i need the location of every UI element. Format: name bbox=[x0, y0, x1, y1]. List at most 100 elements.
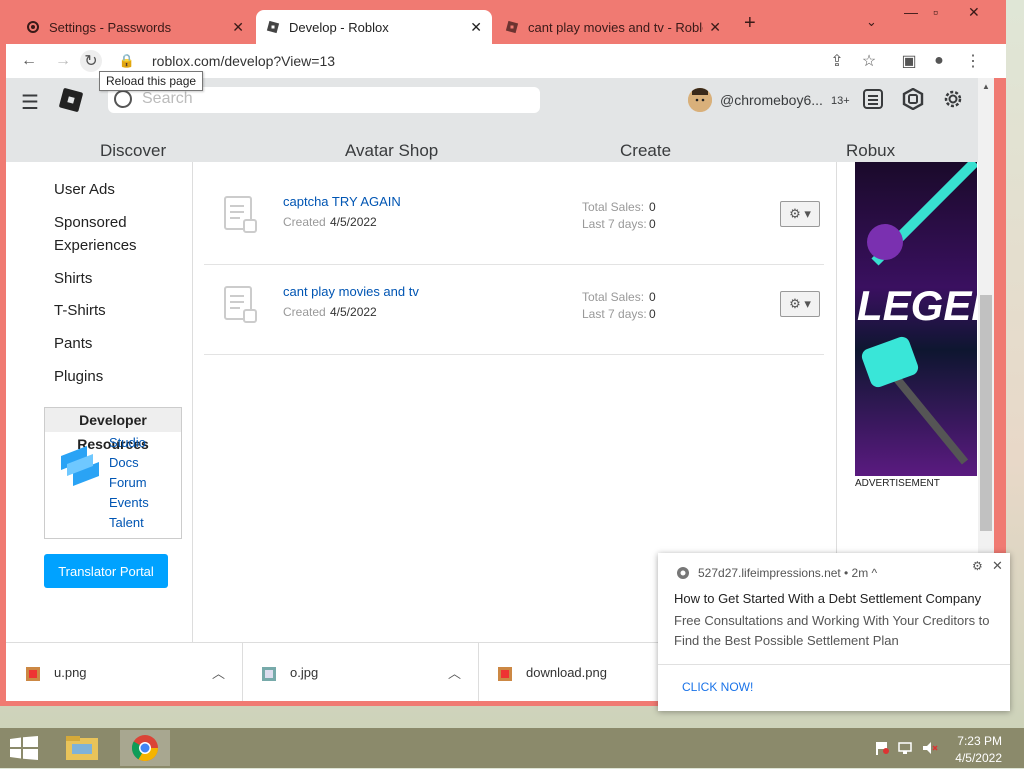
nav-discover[interactable]: Discover bbox=[100, 141, 166, 161]
table-row: cant play movies and tv Created 4/5/2022… bbox=[204, 264, 824, 355]
tab-cant-play-movies[interactable]: cant play movies and tv - Roblox ✕ bbox=[495, 10, 731, 44]
download-filename: download.png bbox=[526, 665, 607, 680]
file-explorer-icon[interactable] bbox=[60, 730, 104, 766]
download-item[interactable]: o.jpg ︿ bbox=[242, 643, 479, 701]
clock-date[interactable]: 4/5/2022 bbox=[948, 751, 1002, 765]
reload-icon[interactable]: ↻ bbox=[80, 50, 102, 72]
chrome-icon bbox=[676, 566, 690, 583]
back-arrow-icon[interactable]: ← bbox=[18, 50, 40, 72]
sidepanel-icon[interactable]: ▣ bbox=[898, 50, 920, 72]
item-settings-dropdown[interactable]: ⚙ ▾ bbox=[780, 291, 820, 317]
roblox-icon bbox=[266, 20, 280, 34]
profile-icon[interactable]: ● bbox=[928, 50, 950, 72]
settings-gear-icon[interactable] bbox=[942, 88, 964, 110]
link-forum[interactable]: Forum bbox=[109, 475, 147, 490]
robux-icon[interactable] bbox=[902, 87, 924, 111]
menu-t-shirts[interactable]: T-Shirts bbox=[54, 299, 106, 322]
notification-source: 527d27.lifeimpressions.net bbox=[698, 566, 841, 580]
nav-avatar-shop[interactable]: Avatar Shop bbox=[345, 141, 438, 161]
maximize-icon[interactable]: ▫ bbox=[933, 4, 938, 20]
new-tab-button[interactable]: + bbox=[744, 12, 756, 35]
menu-pants[interactable]: Pants bbox=[54, 332, 92, 355]
notifications-list-icon[interactable] bbox=[862, 88, 884, 110]
username[interactable]: @chromeboy6... bbox=[720, 92, 823, 108]
chevron-up-icon[interactable]: ︿ bbox=[448, 663, 461, 682]
table-row: captcha TRY AGAIN Created 4/5/2022 Total… bbox=[204, 174, 824, 265]
tab-strip: Settings - Passwords ✕ Develop - Roblox … bbox=[0, 0, 1006, 44]
tab-search-icon[interactable]: ⌄ bbox=[866, 14, 877, 30]
last-7-days-value: 0 bbox=[649, 217, 656, 231]
download-filename: u.png bbox=[54, 665, 87, 680]
item-name-link[interactable]: captcha TRY AGAIN bbox=[283, 194, 401, 209]
created-label: Created bbox=[283, 305, 326, 319]
link-talent[interactable]: Talent bbox=[109, 515, 144, 530]
address-bar[interactable]: roblox.com/develop?View=13 bbox=[152, 53, 335, 69]
divider bbox=[658, 664, 1010, 665]
last-7-days-label: Last 7 days: bbox=[582, 217, 647, 231]
tab-title: Settings - Passwords bbox=[49, 19, 172, 35]
tab-settings-passwords[interactable]: Settings - Passwords ✕ bbox=[16, 10, 254, 44]
download-item[interactable]: u.png ︿ bbox=[6, 643, 243, 701]
link-studio[interactable]: Studio bbox=[109, 435, 146, 450]
total-sales-label: Total Sales: bbox=[582, 290, 645, 304]
scroll-up-arrow-icon[interactable]: ▲ bbox=[982, 82, 990, 91]
item-thumbnail-icon[interactable] bbox=[224, 196, 257, 234]
item-name-link[interactable]: cant play movies and tv bbox=[283, 284, 419, 299]
gear-icon bbox=[26, 20, 40, 34]
notification-settings-icon[interactable]: ⚙ bbox=[972, 559, 983, 573]
search-icon bbox=[114, 90, 132, 108]
avatar[interactable] bbox=[688, 88, 712, 112]
menu-plugins[interactable]: Plugins bbox=[54, 365, 103, 388]
tab-title: Develop - Roblox bbox=[289, 19, 389, 35]
menu-sponsored-experiences[interactable]: Sponsored Experiences bbox=[54, 211, 154, 257]
tab-develop-roblox[interactable]: Develop - Roblox ✕ bbox=[256, 10, 492, 44]
menu-shirts[interactable]: Shirts bbox=[54, 267, 92, 290]
close-tab-icon[interactable]: ✕ bbox=[232, 19, 244, 36]
volume-icon[interactable] bbox=[922, 741, 938, 755]
nav-create[interactable]: Create bbox=[620, 141, 671, 161]
last-7-days-label: Last 7 days: bbox=[582, 307, 647, 321]
clock-time[interactable]: 7:23 PM bbox=[948, 734, 1002, 748]
item-thumbnail-icon[interactable] bbox=[224, 286, 257, 324]
close-window-icon[interactable]: ✕ bbox=[968, 4, 980, 21]
click-now-button[interactable]: CLICK NOW! bbox=[682, 680, 753, 694]
close-tab-icon[interactable]: ✕ bbox=[470, 19, 482, 36]
close-tab-icon[interactable]: ✕ bbox=[709, 19, 721, 36]
link-events[interactable]: Events bbox=[109, 495, 149, 510]
notification-body: Free Consultations and Working With Your… bbox=[674, 613, 990, 648]
left-menu: User Ads Sponsored Experiences Shirts T-… bbox=[6, 162, 193, 642]
menu-user-ads[interactable]: User Ads bbox=[54, 178, 115, 201]
taskbar: 7:23 PM 4/5/2022 bbox=[0, 728, 1024, 768]
translator-portal-button[interactable]: Translator Portal bbox=[44, 554, 168, 588]
lock-icon[interactable]: 🔒 bbox=[116, 50, 138, 72]
chevron-up-icon[interactable]: ︿ bbox=[212, 663, 225, 682]
chrome-taskbar-icon[interactable] bbox=[120, 730, 170, 766]
close-icon[interactable]: ✕ bbox=[992, 558, 1003, 574]
ad-headline: LEGEN bbox=[857, 282, 977, 329]
scrollbar-thumb[interactable] bbox=[980, 295, 992, 531]
item-settings-dropdown[interactable]: ⚙ ▾ bbox=[780, 201, 820, 227]
action-center-flag-icon[interactable] bbox=[874, 741, 890, 755]
roblox-logo[interactable] bbox=[58, 87, 84, 113]
advertisement-image[interactable]: LEGEN bbox=[855, 162, 977, 476]
forward-arrow-icon[interactable]: → bbox=[52, 50, 74, 72]
menu-kebab-icon[interactable]: ⋮ bbox=[962, 50, 984, 72]
minimize-icon[interactable]: — bbox=[904, 4, 918, 20]
nav-robux[interactable]: Robux bbox=[846, 141, 895, 161]
advertisement-label: ADVERTISEMENT bbox=[855, 478, 940, 489]
developer-resources-box: Developer Resources Studio Docs Forum Ev… bbox=[44, 407, 182, 539]
notification-time: • 2m ^ bbox=[844, 566, 878, 580]
hamburger-menu-icon[interactable]: ☰ bbox=[21, 90, 39, 115]
download-filename: o.jpg bbox=[290, 665, 319, 680]
last-7-days-value: 0 bbox=[649, 307, 656, 321]
windows-start-icon[interactable] bbox=[10, 736, 38, 760]
age-badge: 13+ bbox=[831, 95, 850, 107]
roblox-icon bbox=[505, 20, 519, 34]
total-sales-value: 0 bbox=[649, 200, 656, 214]
created-date: 4/5/2022 bbox=[330, 215, 377, 229]
bookmark-star-icon[interactable]: ☆ bbox=[858, 50, 880, 72]
network-icon[interactable] bbox=[898, 741, 914, 755]
push-notification[interactable]: 527d27.lifeimpressions.net • 2m ^ ⚙ ✕ Ho… bbox=[658, 553, 1010, 711]
link-docs[interactable]: Docs bbox=[109, 455, 139, 470]
share-icon[interactable]: ⇪ bbox=[826, 50, 848, 72]
